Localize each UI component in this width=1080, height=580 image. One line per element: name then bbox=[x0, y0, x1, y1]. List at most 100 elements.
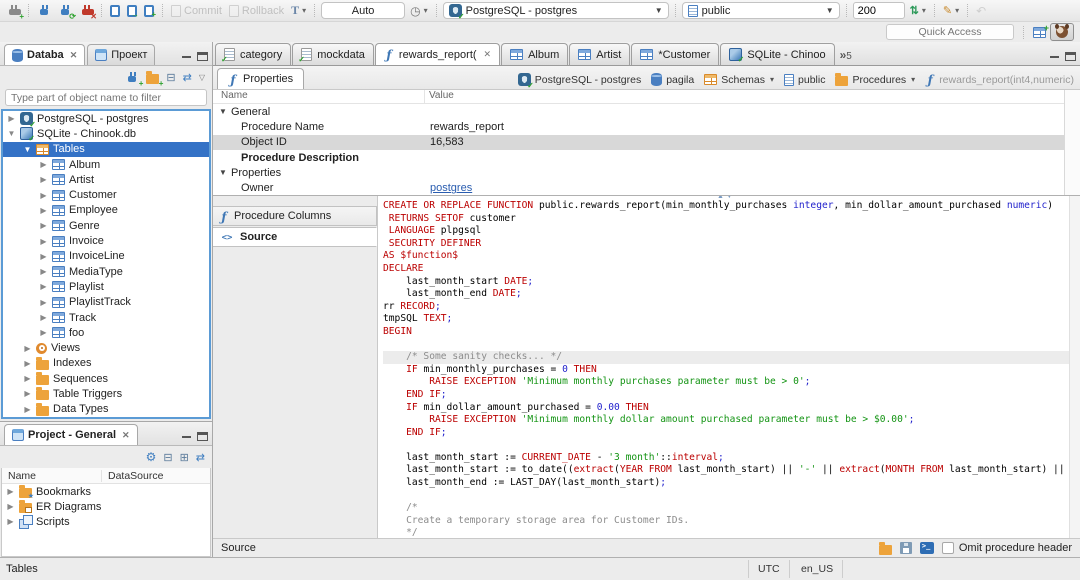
breadcrumb-item-rewards-report-int4-numeric[interactable]: rewards_report(int4,numeric) bbox=[925, 73, 1074, 86]
undo-button[interactable]: ↶ bbox=[974, 3, 988, 19]
source-editor[interactable]: ▲▼ CREATE OR REPLACE FUNCTION public.rew… bbox=[378, 196, 1080, 538]
expander-closed-icon[interactable]: ▶ bbox=[39, 313, 48, 322]
omit-header-checkbox[interactable] bbox=[941, 542, 954, 554]
splitter-handle-icon[interactable]: ▲▼ bbox=[717, 196, 735, 200]
editor-tab-rewards-report[interactable]: rewards_report(✕ bbox=[374, 43, 501, 65]
close-icon[interactable]: ✕ bbox=[70, 50, 78, 61]
view-menu-icon[interactable]: ▽ bbox=[199, 73, 205, 82]
expander-closed-icon[interactable]: ▶ bbox=[23, 359, 32, 368]
breadcrumb-item-public[interactable]: public bbox=[784, 73, 825, 86]
minimize-icon[interactable] bbox=[1049, 52, 1060, 61]
tree-item-mediatype[interactable]: ▶ MediaType bbox=[3, 264, 209, 279]
open-console-icon[interactable] bbox=[919, 542, 934, 554]
property-row-procedure-description[interactable]: Procedure Description bbox=[213, 150, 1064, 165]
collapse-all-icon[interactable]: ⊟ bbox=[163, 451, 172, 464]
recent-sql-editor-button[interactable]: → bbox=[125, 4, 139, 19]
status-timezone[interactable]: UTC bbox=[748, 560, 790, 578]
breadcrumb-item-pagila[interactable]: pagila bbox=[651, 73, 694, 86]
tree-item-album[interactable]: ▶ Album bbox=[3, 157, 209, 172]
vertical-scrollbar[interactable] bbox=[1069, 196, 1080, 538]
expander-closed-icon[interactable]: ▶ bbox=[39, 175, 48, 184]
transaction-history-button[interactable]: ◷ ▾ bbox=[408, 3, 430, 19]
property-row-owner[interactable]: Owner postgres bbox=[213, 180, 1064, 195]
tree-item-playlist[interactable]: ▶ Playlist bbox=[3, 279, 209, 294]
active-connection-combo[interactable]: PostgreSQL - postgres▼ bbox=[442, 2, 669, 21]
property-row-procedure-name[interactable]: Procedure Name rewards_report bbox=[213, 119, 1064, 134]
tree-item-customer[interactable]: ▶ Customer bbox=[3, 187, 209, 202]
tree-item-data-types[interactable]: ▶ Data Types bbox=[3, 402, 209, 417]
gear-icon[interactable]: ⚙ bbox=[146, 450, 157, 464]
expander-closed-icon[interactable]: ▶ bbox=[6, 517, 15, 526]
object-filter-input[interactable] bbox=[5, 89, 207, 106]
tree-item-postgresql-postgres[interactable]: ▶PostgreSQL - postgres bbox=[3, 111, 209, 129]
new-connection-icon[interactable]: + bbox=[125, 71, 143, 88]
rollback-button[interactable]: Rollback bbox=[227, 4, 286, 18]
maximize-icon[interactable] bbox=[197, 52, 208, 61]
connect-button[interactable] bbox=[35, 3, 53, 18]
tab-project-general[interactable]: Project - General ✕ bbox=[4, 424, 138, 445]
status-locale[interactable]: en_US bbox=[792, 560, 844, 578]
disconnect-button[interactable]: ✕ bbox=[77, 3, 97, 21]
tree-item-indexes[interactable]: ▶ Indexes bbox=[3, 356, 209, 371]
tree-item-genre[interactable]: ▶ Genre bbox=[3, 218, 209, 233]
expander-closed-icon[interactable]: ▶ bbox=[39, 267, 48, 276]
expander-closed-icon[interactable]: ▶ bbox=[23, 389, 32, 398]
project-item-bookmarks[interactable]: ▶Bookmarks bbox=[2, 484, 210, 500]
tab-overflow[interactable]: »5 bbox=[836, 48, 856, 62]
expander-closed-icon[interactable]: ▶ bbox=[23, 405, 32, 414]
expander-closed-icon[interactable]: ▶ bbox=[39, 191, 48, 200]
sql-editor-button[interactable] bbox=[108, 4, 122, 18]
expander-closed-icon[interactable]: ▶ bbox=[7, 114, 16, 123]
expand-all-icon[interactable]: ⊞ bbox=[180, 451, 189, 464]
quick-access-input[interactable] bbox=[886, 24, 1014, 40]
property-row-object-id[interactable]: Object ID 16,583 bbox=[213, 134, 1064, 150]
project-item-scripts[interactable]: ▶ Scripts bbox=[2, 514, 210, 529]
column-header-datasource[interactable]: DataSource bbox=[102, 470, 163, 482]
expander-closed-icon[interactable]: ▶ bbox=[39, 160, 48, 169]
tree-item-employee[interactable]: ▶ Employee bbox=[3, 203, 209, 218]
new-sql-editor-button[interactable]: + bbox=[142, 4, 156, 19]
close-icon[interactable]: ✕ bbox=[484, 49, 492, 60]
property-group-properties[interactable]: ▼ Properties bbox=[213, 165, 1064, 180]
tree-item-invoice[interactable]: ▶ Invoice bbox=[3, 233, 209, 248]
tab-проект[interactable]: Проект bbox=[87, 44, 156, 65]
breadcrumb-item-procedures[interactable]: Procedures ▾ bbox=[835, 73, 915, 86]
link-with-editor-icon[interactable]: ⇄ bbox=[183, 71, 192, 84]
expander-closed-icon[interactable]: ▶ bbox=[39, 252, 48, 261]
editor-tab-mockdata[interactable]: mockdata bbox=[292, 43, 374, 65]
transaction-log-button[interactable]: T ▾ bbox=[289, 2, 308, 19]
commit-mode-combo[interactable]: Auto bbox=[321, 2, 406, 19]
side-button-source[interactable]: Source bbox=[213, 227, 377, 247]
expander-open-icon[interactable]: ▼ bbox=[219, 107, 229, 116]
tree-item-artist[interactable]: ▶ Artist bbox=[3, 172, 209, 187]
tree-item-track[interactable]: ▶ Track bbox=[3, 310, 209, 325]
column-header-name[interactable]: Name bbox=[213, 90, 425, 103]
save-to-file-icon[interactable] bbox=[899, 542, 912, 554]
tree-item-tables[interactable]: ▼ Tables bbox=[3, 141, 209, 157]
editor-tab-category[interactable]: category bbox=[215, 43, 292, 65]
expander-open-icon[interactable]: ▼ bbox=[23, 145, 32, 154]
editor-tab-album[interactable]: Album bbox=[501, 43, 569, 65]
tree-item-table-triggers[interactable]: ▶ Table Triggers bbox=[3, 386, 209, 401]
editor-tab-customer[interactable]: *Customer bbox=[631, 43, 720, 65]
expander-closed-icon[interactable]: ▶ bbox=[39, 282, 48, 291]
clear-button[interactable]: ✎ ▾ bbox=[941, 3, 961, 18]
tree-item-playlisttrack[interactable]: ▶ PlaylistTrack bbox=[3, 295, 209, 310]
close-icon[interactable]: ✕ bbox=[122, 430, 130, 441]
project-item-er-diagrams[interactable]: ▶ ER Diagrams bbox=[2, 499, 210, 514]
new-connection-button[interactable]: + bbox=[4, 3, 24, 21]
minimize-icon[interactable] bbox=[181, 432, 192, 441]
breadcrumb-item-schemas[interactable]: Schemas ▾ bbox=[704, 74, 774, 86]
editor-tab-artist[interactable]: Artist bbox=[569, 43, 631, 65]
editor-tab-sqlite-chinoo[interactable]: SQLite - Chinoo bbox=[720, 43, 835, 65]
tree-item-views[interactable]: ▶ Views bbox=[3, 340, 209, 355]
owner-link[interactable]: postgres bbox=[425, 182, 1064, 194]
reconnect-button[interactable]: ⟳ bbox=[56, 3, 76, 21]
open-perspective-icon[interactable] bbox=[1033, 23, 1049, 38]
fetch-size-input[interactable] bbox=[852, 2, 905, 19]
expander-open-icon[interactable]: ▼ bbox=[219, 168, 229, 177]
tab-databa[interactable]: Databa ✕ bbox=[4, 44, 86, 65]
maximize-icon[interactable] bbox=[197, 432, 208, 441]
side-button-procedure-columns[interactable]: Procedure Columns bbox=[213, 206, 377, 226]
active-schema-combo[interactable]: public ▼ bbox=[681, 2, 840, 19]
